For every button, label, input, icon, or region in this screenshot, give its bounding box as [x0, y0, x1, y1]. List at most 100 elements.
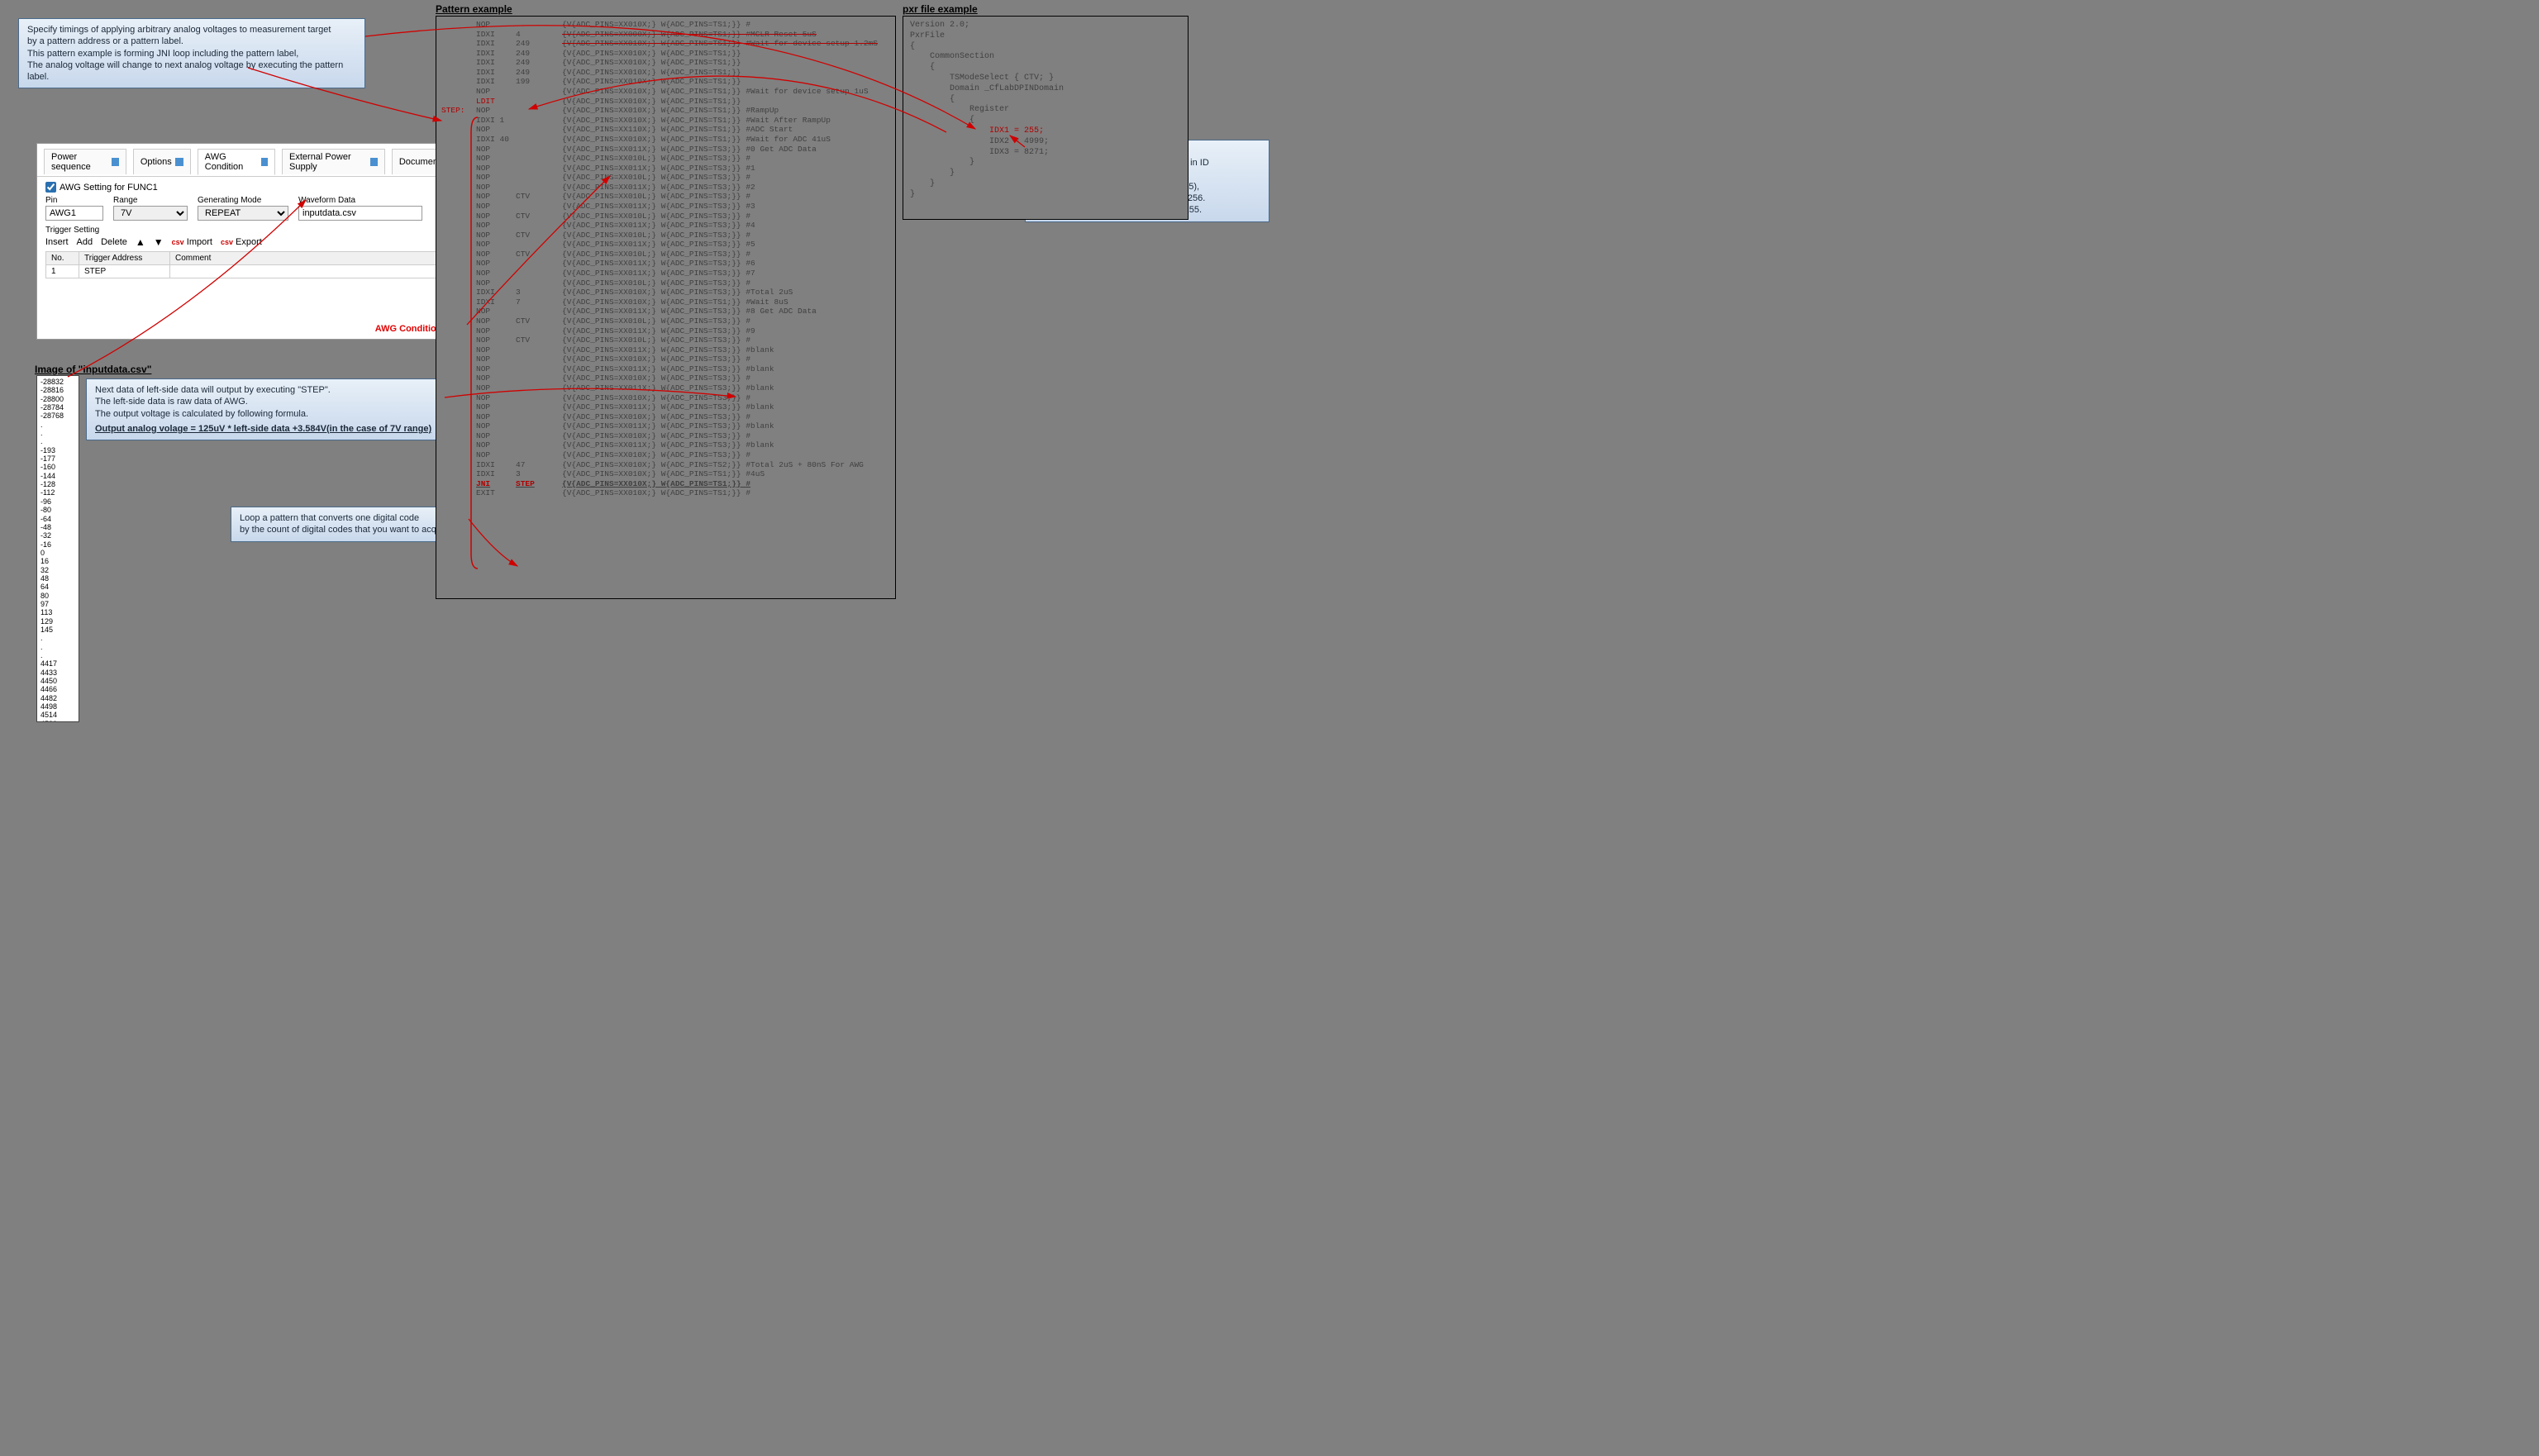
- field-waveform: Waveform Data: [298, 196, 422, 221]
- csv-value: 97: [40, 600, 75, 608]
- csv-value: -16: [40, 540, 75, 549]
- pattern-row: NOP{V{ADC_PINS=XX010X;} W{ADC_PINS=TS3;}…: [441, 412, 890, 422]
- awg-body: AWG Setting for FUNC1 Pin Range 7V Gener…: [37, 177, 466, 283]
- csv-value: 32: [40, 566, 75, 574]
- awg-condition-panel: Power sequence Options AWG Condition Ext…: [36, 143, 467, 340]
- table-row[interactable]: 1 STEP: [46, 265, 458, 278]
- csv-value: .: [40, 634, 75, 642]
- pattern-row: IDXI7{V{ADC_PINS=XX010X;} W{ADC_PINS=TS1…: [441, 297, 890, 307]
- col-comment: Comment: [170, 252, 458, 265]
- pattern-row: IDXI4{V{ADC_PINS=XX000X;} W{ADC_PINS=TS1…: [441, 30, 890, 40]
- pattern-row: IDXI249{V{ADC_PINS=XX010X;} W{ADC_PINS=T…: [441, 39, 890, 49]
- field-genmode: Generating Mode REPEAT: [198, 196, 288, 221]
- pattern-row: LDIT{V{ADC_PINS=XX010X;} W{ADC_PINS=TS1;…: [441, 97, 890, 107]
- pattern-row: NOP{V{ADC_PINS=XX011X;} W{ADC_PINS=TS3;}…: [441, 202, 890, 212]
- import-button[interactable]: csv Import: [172, 237, 212, 247]
- export-button[interactable]: csv Export: [221, 237, 262, 247]
- link-icon: [112, 158, 118, 166]
- pattern-row: IDXI199{V{ADC_PINS=XX010X;} W{ADC_PINS=T…: [441, 77, 890, 87]
- pattern-row: NOP{V{ADC_PINS=XX010L;} W{ADC_PINS=TS3;}…: [441, 154, 890, 164]
- pattern-row: IDXI 40{V{ADC_PINS=XX010X;} W{ADC_PINS=T…: [441, 135, 890, 145]
- pin-input[interactable]: [45, 206, 103, 221]
- csv-value: .: [40, 421, 75, 429]
- pattern-row: IDXI3{V{ADC_PINS=XX010X;} W{ADC_PINS=TS3…: [441, 288, 890, 297]
- pattern-row: NOP{V{ADC_PINS=XX011X;} W{ADC_PINS=TS3;}…: [441, 240, 890, 250]
- pattern-row: NOP{V{ADC_PINS=XX010X;} W{ADC_PINS=TS1;}…: [441, 20, 890, 30]
- pattern-row: EXIT{V{ADC_PINS=XX010X;} W{ADC_PINS=TS1;…: [441, 488, 890, 498]
- trigger-setting-label: Trigger Setting: [45, 226, 458, 235]
- csv-value: -28816: [40, 386, 75, 394]
- pattern-row: NOP{V{ADC_PINS=XX010L;} W{ADC_PINS=TS3;}…: [441, 173, 890, 183]
- csv-icon: csv: [221, 238, 233, 246]
- csv-data-list: -28832-28816-28800-28784-28768...-193-17…: [36, 375, 79, 722]
- pattern-row: STEP:NOP{V{ADC_PINS=XX010X;} W{ADC_PINS=…: [441, 106, 890, 116]
- csv-value: -144: [40, 472, 75, 480]
- csv-value: -112: [40, 488, 75, 497]
- pattern-row: IDXI3{V{ADC_PINS=XX010X;} W{ADC_PINS=TS1…: [441, 469, 890, 479]
- awg-setting-checkbox[interactable]: [45, 182, 56, 193]
- trigger-table: No. Trigger Address Comment 1 STEP: [45, 251, 458, 278]
- pattern-row: IDXI249{V{ADC_PINS=XX010X;} W{ADC_PINS=T…: [441, 49, 890, 59]
- pattern-row: NOP{V{ADC_PINS=XX010X;} W{ADC_PINS=TS3;}…: [441, 393, 890, 403]
- pattern-row: IDXI47{V{ADC_PINS=XX010X;} W{ADC_PINS=TS…: [441, 460, 890, 470]
- pattern-row: IDXI249{V{ADC_PINS=XX010X;} W{ADC_PINS=T…: [441, 68, 890, 78]
- csv-icon: csv: [172, 238, 184, 246]
- csv-value: -28800: [40, 395, 75, 403]
- csv-value: .: [40, 643, 75, 651]
- callout-csv: Next data of left-side data will output …: [86, 378, 445, 440]
- tab-awg-condition[interactable]: AWG Condition: [198, 149, 275, 175]
- tab-external-power[interactable]: External Power Supply: [282, 149, 385, 174]
- pattern-title: Pattern example: [436, 3, 512, 15]
- pattern-row: NOPCTV{V{ADC_PINS=XX010L;} W{ADC_PINS=TS…: [441, 231, 890, 240]
- csv-value: -48: [40, 523, 75, 531]
- link-icon: [175, 158, 183, 166]
- csv-value: -160: [40, 463, 75, 471]
- move-down-icon[interactable]: ▼: [154, 236, 164, 248]
- pattern-row: NOP{V{ADC_PINS=XX010L;} W{ADC_PINS=TS3;}…: [441, 278, 890, 288]
- add-button[interactable]: Add: [77, 237, 93, 247]
- delete-button[interactable]: Delete: [101, 237, 127, 247]
- pxr-title: pxr file example: [903, 3, 978, 15]
- csv-value: 4530: [40, 720, 75, 722]
- csv-value: 16: [40, 557, 75, 565]
- link-icon: [261, 158, 268, 166]
- csv-value: 64: [40, 583, 75, 591]
- pattern-row: NOPCTV{V{ADC_PINS=XX010L;} W{ADC_PINS=TS…: [441, 316, 890, 326]
- pattern-row: NOP{V{ADC_PINS=XX010X;} W{ADC_PINS=TS3;}…: [441, 354, 890, 364]
- field-range: Range 7V: [113, 196, 188, 221]
- pattern-row: NOP{V{ADC_PINS=XX011X;} W{ADC_PINS=TS3;}…: [441, 383, 890, 393]
- pattern-row: NOPCTV{V{ADC_PINS=XX010L;} W{ADC_PINS=TS…: [441, 250, 890, 259]
- csv-value: 80: [40, 592, 75, 600]
- csv-value: 113: [40, 608, 75, 616]
- csv-value: .: [40, 429, 75, 437]
- csv-value: -28768: [40, 412, 75, 420]
- csv-value: .: [40, 437, 75, 445]
- csv-value: 4498: [40, 702, 75, 711]
- csv-value: 4417: [40, 659, 75, 668]
- waveform-input[interactable]: [298, 206, 422, 221]
- pattern-row: NOP{V{ADC_PINS=XX010X;} W{ADC_PINS=TS3;}…: [441, 450, 890, 460]
- csv-value: .: [40, 651, 75, 659]
- csv-value: 48: [40, 574, 75, 583]
- pattern-row: IDXI 1{V{ADC_PINS=XX010X;} W{ADC_PINS=TS…: [441, 116, 890, 126]
- pattern-row: NOP{V{ADC_PINS=XX011X;} W{ADC_PINS=TS3;}…: [441, 145, 890, 155]
- trigger-toolbar: Insert Add Delete ▲ ▼ csv Import csv Exp…: [45, 236, 458, 248]
- pattern-row: NOP{V{ADC_PINS=XX011X;} W{ADC_PINS=TS3;}…: [441, 364, 890, 374]
- csv-value: 129: [40, 617, 75, 626]
- csv-value: -128: [40, 480, 75, 488]
- field-pin: Pin: [45, 196, 103, 221]
- pattern-row: NOP{V{ADC_PINS=XX011X;} W{ADC_PINS=TS3;}…: [441, 183, 890, 193]
- genmode-select[interactable]: REPEAT: [198, 206, 288, 221]
- csv-value: -28832: [40, 378, 75, 386]
- move-up-icon[interactable]: ▲: [136, 236, 145, 248]
- csv-value: 145: [40, 626, 75, 634]
- tab-power-sequence[interactable]: Power sequence: [44, 149, 126, 174]
- csv-value: 4482: [40, 694, 75, 702]
- range-select[interactable]: 7V: [113, 206, 188, 221]
- csv-value: -80: [40, 506, 75, 514]
- pattern-row: NOP{V{ADC_PINS=XX010X;} W{ADC_PINS=TS1;}…: [441, 87, 890, 97]
- insert-button[interactable]: Insert: [45, 237, 69, 247]
- col-addr: Trigger Address: [79, 252, 170, 265]
- tab-options[interactable]: Options: [133, 149, 191, 174]
- csv-title: Image of "inputdata.csv": [35, 364, 151, 375]
